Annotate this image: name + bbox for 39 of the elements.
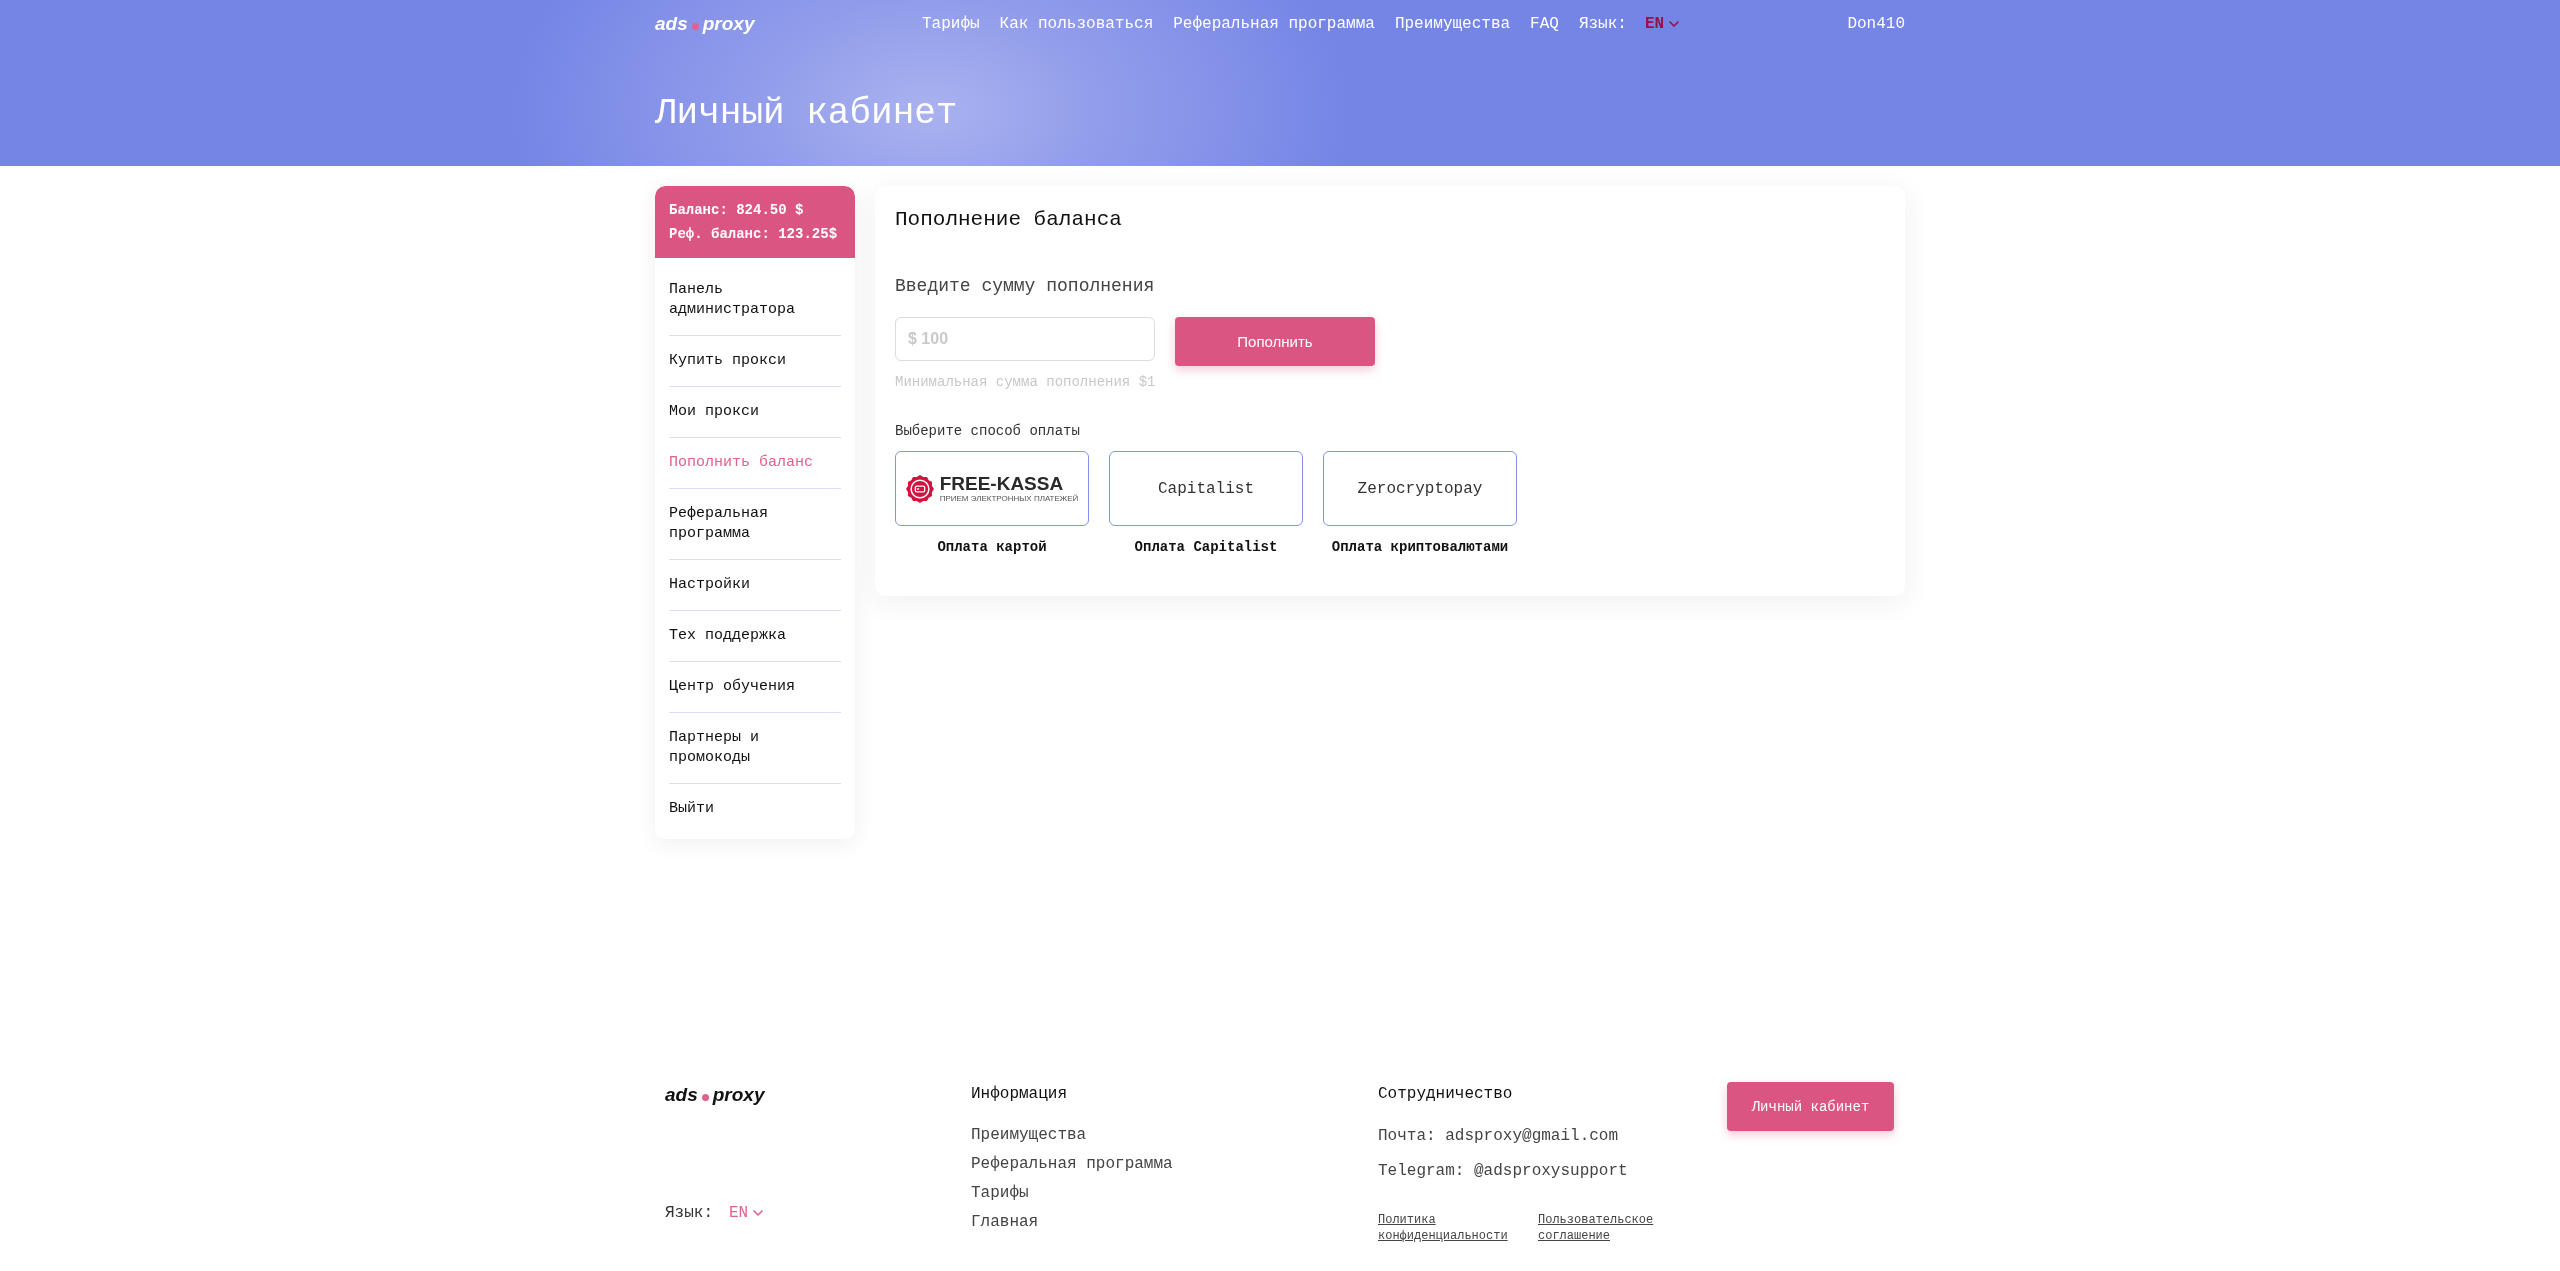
sidebar-item[interactable]: Партнеры и промокоды [669, 713, 841, 784]
footer-heading: Сотрудничество [1378, 1084, 1513, 1104]
legal-link[interactable]: Пользовательское соглашение [1538, 1212, 1673, 1244]
payment-method-caption: Оплата криптовалютами [1331, 538, 1509, 556]
legal-link[interactable]: Политика конфиденциальности [1378, 1212, 1513, 1244]
cabinet-button[interactable]: Личный кабинет [1727, 1082, 1894, 1131]
logo-link[interactable]: ads proxy [665, 1084, 765, 1106]
payment-method-card[interactable]: FREE-KASSA ПРИЕМ ЭЛЕКТРОННЫХ ПЛАТЕЖЕЙ [895, 451, 1089, 526]
contact-telegram: Telegram: @adsproxysupport [1378, 1161, 1628, 1182]
sidebar-item[interactable]: Купить прокси [669, 336, 841, 387]
language-label: Язык: [665, 1203, 713, 1223]
sidebar-item[interactable]: Панель администратора [669, 265, 841, 336]
payment-methods-label: Выберите способ оплаты [895, 422, 1081, 440]
seal-icon [905, 474, 934, 503]
sidebar-item[interactable]: Реферальная программа [669, 489, 841, 560]
amount-label: Введите сумму пополнения [895, 275, 1156, 298]
page-title: Личный кабинет [655, 92, 959, 136]
payment-method-card[interactable]: Zerocryptopay [1323, 451, 1517, 526]
card-title: Пополнение баланса [895, 207, 1123, 233]
footer-heading: Информация [971, 1084, 1067, 1104]
ref-balance-text: Реф. баланс: 123.25$ [669, 225, 839, 244]
language-label: Язык: [1578, 15, 1627, 33]
footer-link[interactable]: Реферальная программа [971, 1150, 1173, 1179]
payment-method-caption: Оплата картой [937, 538, 1047, 556]
topup-button[interactable]: Пополнить [1175, 317, 1375, 366]
sidebar-item[interactable]: Центр обучения [669, 662, 841, 713]
sidebar-item[interactable]: Тех поддержка [669, 611, 841, 662]
payment-method-card[interactable]: Capitalist [1109, 451, 1303, 526]
sidebar-item[interactable]: Настройки [669, 560, 841, 611]
balance-text: Баланс: 824.50 $ [669, 201, 805, 220]
footer-link[interactable]: Тарифы [971, 1179, 1173, 1208]
footer-link[interactable]: Преимущества [971, 1121, 1173, 1150]
footer-link[interactable]: Главная [971, 1208, 1173, 1237]
dot-icon [701, 1093, 709, 1101]
payment-method-caption: Оплата Capitalist [1134, 538, 1278, 556]
dot-icon [691, 22, 699, 30]
sidebar-item[interactable]: Мои прокси [669, 387, 841, 438]
contact-email: Почта: adsproxy@gmail.com [1378, 1126, 1619, 1147]
sidebar-item[interactable]: Выйти [669, 784, 841, 834]
